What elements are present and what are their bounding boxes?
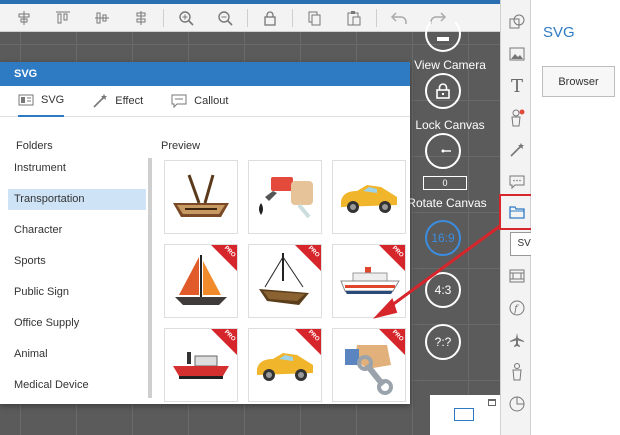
folder-public-sign[interactable]: Public Sign <box>8 282 146 313</box>
svg-tab-icon <box>18 94 34 106</box>
folder-list: Instrument Transportation Character Spor… <box>8 158 146 406</box>
preview-fuel-pump[interactable] <box>248 160 322 234</box>
magic-wand-icon <box>93 94 108 108</box>
rotation-value[interactable]: 0 <box>423 176 467 190</box>
preview-hanging-boat[interactable]: PRO <box>248 244 322 318</box>
function-icon[interactable]: f <box>507 298 527 318</box>
preview-sailboat[interactable]: PRO <box>164 244 238 318</box>
view-camera-button[interactable] <box>425 16 461 52</box>
dialog-title: SVG <box>0 62 410 86</box>
tab-svg-label: SVG <box>41 94 65 106</box>
folder-animal[interactable]: Animal <box>8 344 146 375</box>
yellow-car-icon <box>341 185 397 213</box>
preview-red-boat[interactable]: PRO <box>164 328 238 402</box>
folder-medical-device[interactable]: Medical Device <box>8 375 146 406</box>
zoom-in-icon[interactable] <box>176 8 196 28</box>
folder-scrollbar[interactable] <box>148 158 152 398</box>
ratio-16-9-button[interactable]: 16:9 <box>425 220 461 256</box>
copy-icon[interactable] <box>305 8 325 28</box>
ratio-4-3-button[interactable]: 4:3 <box>425 272 461 308</box>
film-icon[interactable] <box>507 266 527 286</box>
preview-yellow-car-2[interactable]: PRO <box>248 328 322 402</box>
rowboat-icon <box>173 174 229 217</box>
undo-icon[interactable] <box>389 8 409 28</box>
toolbar-divider <box>163 8 164 27</box>
fuel-pump-icon <box>259 177 313 219</box>
folder-office-supply[interactable]: Office Supply <box>8 313 146 344</box>
folder-transportation[interactable]: Transportation <box>8 189 146 210</box>
tab-svg[interactable]: SVG <box>18 86 65 117</box>
canvas-thumbnail[interactable] <box>430 395 500 435</box>
effect-icon[interactable] <box>507 140 527 160</box>
lock-canvas-button[interactable] <box>425 73 461 109</box>
tab-callout-label: Callout <box>194 95 229 107</box>
folder-character[interactable]: Character <box>8 220 146 251</box>
tab-effect[interactable]: Effect <box>92 86 143 117</box>
image-icon[interactable] <box>507 44 527 64</box>
align-center-icon[interactable] <box>14 8 34 28</box>
view-camera-label: View Camera <box>414 58 486 72</box>
preview-header: Preview <box>161 140 201 152</box>
svg-text:f: f <box>513 304 520 315</box>
dialog-body: Folders Preview Instrument Transportatio… <box>0 118 410 404</box>
ratio-custom-button[interactable]: ?:? <box>425 324 461 360</box>
align-top-icon[interactable] <box>53 8 73 28</box>
tab-effect-label: Effect <box>115 95 144 107</box>
speech-bubble-icon <box>171 94 187 108</box>
zoom-out-icon[interactable] <box>215 8 235 28</box>
preview-rowboat[interactable] <box>164 160 238 234</box>
lock-canvas-label: Lock Canvas <box>415 118 485 132</box>
dialog-tabs: SVG Effect Callout <box>0 86 410 117</box>
folder-instrument[interactable]: Instrument <box>8 158 146 189</box>
preview-grid: PRO PRO PRO PRO PRO PRO <box>164 160 409 402</box>
person-icon[interactable] <box>507 362 527 382</box>
tab-callout[interactable]: Callout <box>171 86 228 117</box>
text-icon[interactable]: T <box>507 76 527 97</box>
toolbar-divider <box>247 8 248 27</box>
rotate-canvas-dial[interactable] <box>425 133 461 169</box>
svg-panel: SVG Browser <box>531 0 620 435</box>
svg-dialog: SVG SVG Effect Callout Folders Preview I… <box>0 62 410 404</box>
panel-title: SVG <box>543 24 575 41</box>
lock-icon[interactable] <box>260 8 280 28</box>
paste-icon[interactable] <box>344 8 364 28</box>
character-icon[interactable] <box>507 108 527 128</box>
browser-button[interactable]: Browser <box>542 66 615 97</box>
align-middle-icon[interactable] <box>92 8 112 28</box>
pie-chart-icon[interactable] <box>507 394 527 414</box>
rotate-canvas-label: Rotate Canvas <box>407 196 487 210</box>
toolbar-divider <box>292 8 293 27</box>
callout-icon[interactable] <box>507 172 527 192</box>
lock-icon <box>436 83 450 99</box>
thumbnail-viewport <box>454 408 474 421</box>
rotate-icon <box>441 149 451 153</box>
toolbar-divider <box>376 8 377 27</box>
folder-sports[interactable]: Sports <box>8 251 146 282</box>
app-window: View Camera Lock Canvas 0 Rotate Canvas … <box>0 0 620 435</box>
preview-wrench-hand[interactable]: PRO <box>332 328 406 402</box>
minimize-icon[interactable] <box>488 399 496 406</box>
folders-header: Folders <box>16 140 53 152</box>
preview-yellow-car[interactable] <box>332 160 406 234</box>
plane-icon[interactable] <box>507 330 527 350</box>
align-bottom-icon[interactable] <box>131 8 151 28</box>
shape-icon[interactable] <box>507 12 527 32</box>
preview-cruise-ship[interactable]: PRO <box>332 244 406 318</box>
